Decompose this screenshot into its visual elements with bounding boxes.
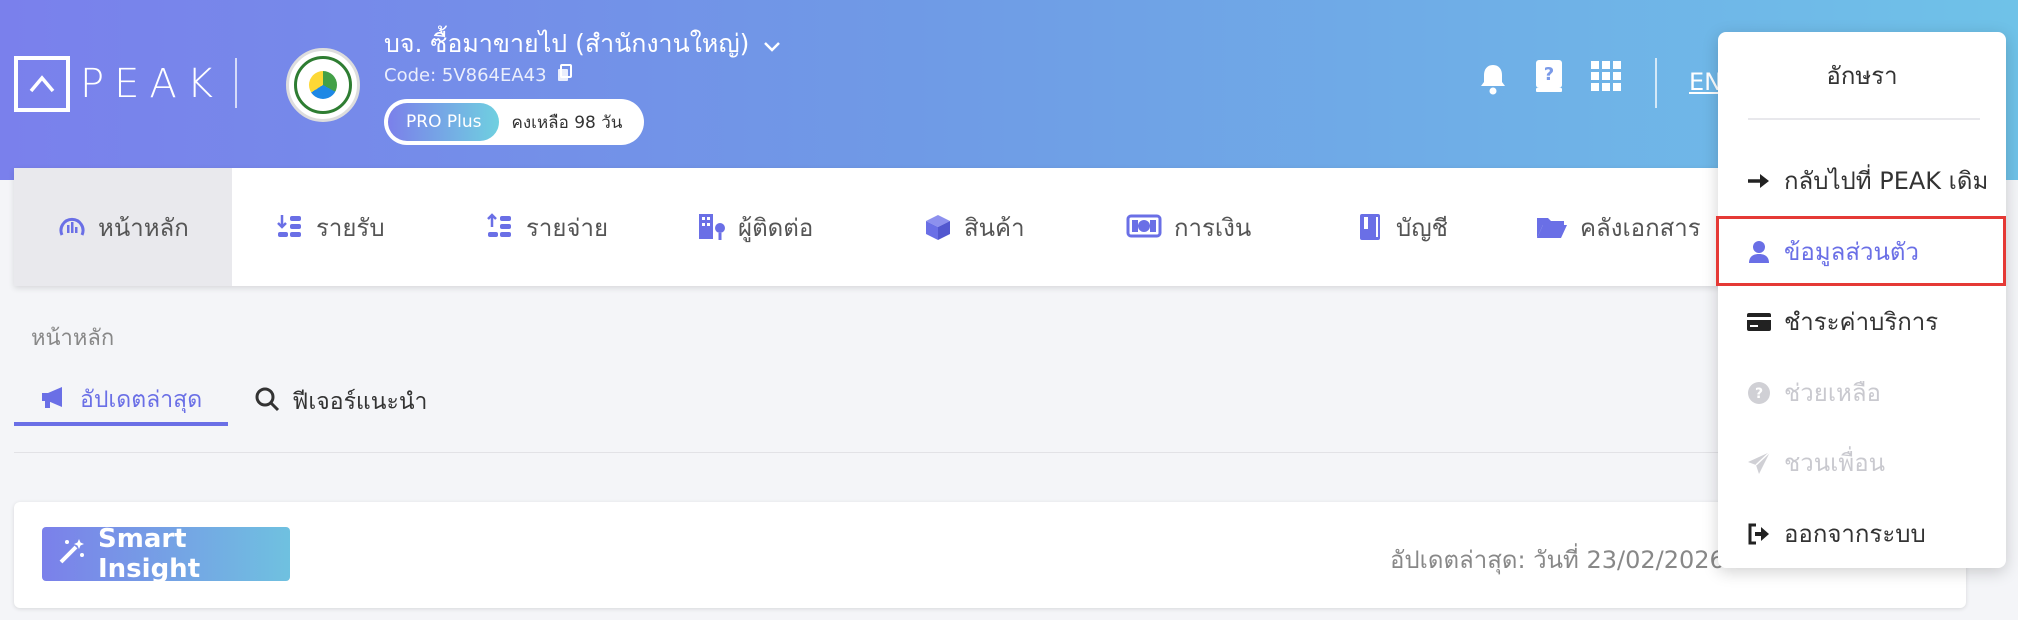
credit-card-icon bbox=[1746, 309, 1772, 335]
menu-item-label: กลับไปที่ PEAK เดิม bbox=[1784, 167, 1989, 195]
menu-item-label: ชวนเพื่อน bbox=[1784, 449, 1886, 477]
company-code: Code: 5V864EA43 bbox=[384, 64, 573, 87]
tab-latest-updates[interactable]: อัปเดตล่าสุด bbox=[14, 378, 229, 426]
plan-pill[interactable]: PRO Plus คงเหลือ 98 วัน bbox=[384, 99, 644, 145]
logout-icon bbox=[1746, 521, 1772, 547]
dashboard-icon bbox=[58, 213, 86, 241]
app-header: PEAK บจ. ซื้อมาขายไป (สำนักงานใหญ่) Code… bbox=[0, 0, 2018, 180]
menu-item-label: ชำระค่าบริการ bbox=[1784, 308, 1939, 336]
menu-item-label: ช่วยเหลือ bbox=[1784, 379, 1881, 407]
income-icon bbox=[276, 213, 304, 241]
folder-icon bbox=[1536, 213, 1568, 241]
chevron-down-icon bbox=[763, 30, 781, 59]
smart-insight-button[interactable]: Smart Insight bbox=[42, 524, 290, 584]
company-name: บจ. ซื้อมาขายไป (สำนักงานใหญ่) bbox=[384, 29, 750, 58]
nav-label: บัญชี bbox=[1396, 213, 1448, 242]
contacts-icon bbox=[698, 213, 726, 241]
copy-icon[interactable] bbox=[557, 64, 573, 87]
nav-item-accounting[interactable]: บัญชี bbox=[1312, 168, 1492, 286]
tab-label: อัปเดตล่าสุด bbox=[80, 387, 203, 413]
book-icon bbox=[1356, 213, 1384, 241]
send-icon bbox=[1746, 450, 1772, 476]
menu-item-help[interactable]: ? ช่วยเหลือ bbox=[1746, 373, 1881, 412]
nav-label: ผู้ติดต่อ bbox=[738, 213, 814, 242]
nav-item-expense[interactable]: รายจ่าย bbox=[442, 168, 654, 286]
nav-label: รายจ่าย bbox=[526, 213, 609, 242]
header-divider bbox=[235, 58, 237, 108]
peak-logo[interactable]: PEAK bbox=[14, 56, 223, 112]
menu-item-label: ออกจากระบบ bbox=[1784, 520, 1926, 548]
tab-label: ฟีเจอร์แนะนำ bbox=[292, 389, 428, 415]
smart-insight-card: Smart Insight อัปเดตล่าสุด: วันที่ 23/02… bbox=[14, 502, 1966, 608]
company-code-text: Code: 5V864EA43 bbox=[384, 65, 547, 86]
help-book-icon[interactable]: ? bbox=[1534, 58, 1564, 98]
box-icon bbox=[924, 213, 952, 241]
main-nav: หน้าหลัก รายรับ รายจ่าย ผู้ติดต่อ สินค้า… bbox=[14, 168, 1966, 286]
menu-item-billing[interactable]: ชำระค่าบริการ bbox=[1746, 302, 1938, 341]
money-icon bbox=[1126, 213, 1162, 241]
nav-item-dashboard[interactable]: หน้าหลัก bbox=[14, 168, 232, 286]
nav-item-contacts[interactable]: ผู้ติดต่อ bbox=[654, 168, 880, 286]
selected-item-highlight bbox=[1716, 216, 2006, 286]
nav-label: หน้าหลัก bbox=[98, 213, 189, 242]
nav-label: คลังเอกสาร bbox=[1580, 213, 1701, 242]
last-update-text: อัปเดตล่าสุด: วันที่ 23/02/2026 bbox=[1390, 546, 1725, 574]
plan-badge: PRO Plus bbox=[388, 103, 500, 141]
expense-icon bbox=[486, 213, 514, 241]
logo-mark-icon bbox=[14, 56, 70, 112]
breadcrumb[interactable]: หน้าหลัก bbox=[31, 320, 114, 355]
menu-item-invite-friends[interactable]: ชวนเพื่อน bbox=[1746, 443, 1885, 482]
menu-item-logout[interactable]: ออกจากระบบ bbox=[1746, 514, 1926, 553]
arrow-right-icon bbox=[1746, 168, 1772, 194]
user-menu-username: อักษรา bbox=[1826, 62, 1898, 90]
tab-recommended-features[interactable]: ฟีเจอร์แนะนำ bbox=[228, 378, 453, 426]
smart-insight-label: Smart Insight bbox=[98, 524, 201, 584]
svg-text:?: ? bbox=[1755, 386, 1763, 402]
nav-label: การเงิน bbox=[1174, 213, 1252, 242]
header-divider-right bbox=[1655, 58, 1657, 108]
content-tabs: อัปเดตล่าสุด ฟีเจอร์แนะนำ bbox=[14, 378, 453, 426]
user-menu-divider bbox=[1748, 118, 1980, 120]
apps-grid-icon[interactable] bbox=[1590, 60, 1622, 96]
company-avatar[interactable] bbox=[286, 48, 360, 122]
help-icon: ? bbox=[1746, 380, 1772, 406]
megaphone-icon bbox=[40, 385, 68, 415]
nav-label: รายรับ bbox=[316, 213, 385, 242]
bell-icon[interactable] bbox=[1478, 62, 1508, 100]
search-icon bbox=[254, 386, 280, 418]
menu-item-back-to-old-peak[interactable]: กลับไปที่ PEAK เดิม bbox=[1746, 161, 1988, 200]
company-selector[interactable]: บจ. ซื้อมาขายไป (สำนักงานใหญ่) bbox=[384, 24, 781, 64]
svg-text:?: ? bbox=[1544, 64, 1554, 85]
nav-item-finance[interactable]: การเงิน bbox=[1082, 168, 1312, 286]
magic-wand-icon bbox=[58, 537, 86, 572]
logo-text: PEAK bbox=[80, 61, 223, 107]
user-menu-dropdown: อักษรา กลับไปที่ PEAK เดิม ข้อมูลส่วนตัว… bbox=[1716, 32, 2006, 568]
nav-item-income[interactable]: รายรับ bbox=[232, 168, 442, 286]
plan-remaining: คงเหลือ 98 วัน bbox=[511, 112, 623, 133]
nav-item-products[interactable]: สินค้า bbox=[880, 168, 1082, 286]
tabs-divider bbox=[14, 452, 1966, 453]
nav-label: สินค้า bbox=[964, 213, 1025, 242]
